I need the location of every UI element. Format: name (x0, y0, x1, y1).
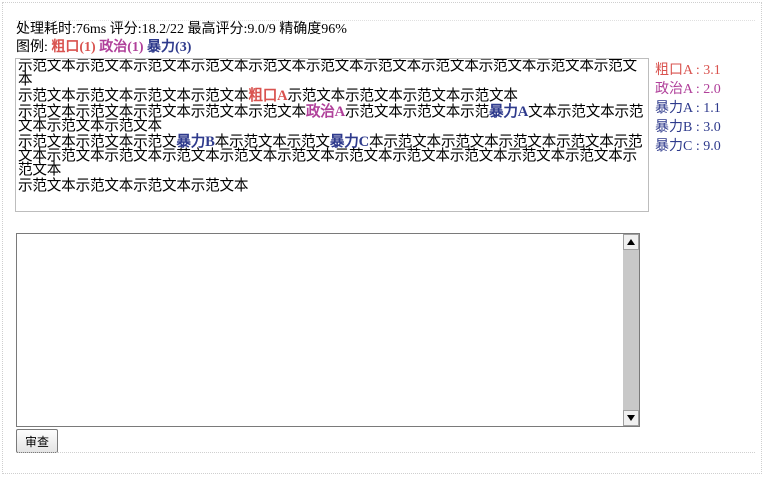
text-paragraph: 示范文本示范文本示范文本示范文本示范文本示范文本示范文本示范文本示范文本示范文本… (18, 59, 646, 87)
triangle-down-icon (627, 415, 635, 421)
scrollbar[interactable] (623, 234, 639, 426)
score-item: 暴力A : 1.1 (655, 101, 721, 116)
flagged-term: 政治A (305, 104, 346, 120)
text-segment: 示范文本示范文本示范文本示范文本 (18, 88, 249, 104)
input-area (16, 233, 640, 427)
score-list: 粗口A : 3.1 政治A : 2.0 暴力A : 1.1 暴力B : 3.0 暴力C … (655, 61, 721, 156)
text-segment: 示范文本示范文本示范文本示范文本示范文本示范文本示范文本示范文本示范文本示范文本… (18, 58, 637, 88)
processing-stats: 处理耗时:76ms 评分:18.2/22 最高评分:9.0/9 精确度96% (16, 22, 347, 37)
legend-label: 图例: (16, 40, 48, 55)
flagged-term: 暴力A (488, 104, 529, 120)
text-paragraph: 示范文本示范文本示范文暴力B本示范文本示范文暴力C本示范文本示范文本示范文本示范… (18, 135, 646, 178)
audit-button[interactable]: 审查 (16, 429, 58, 453)
legend-item-coarse: 粗口(1) (51, 40, 96, 55)
text-segment: 示范文本示范文本示范 (345, 104, 489, 120)
scroll-down-button[interactable] (623, 410, 639, 426)
text-paragraph: 示范文本示范文本示范文本示范文本粗口A示范文本示范文本示范文本示范文本 (18, 88, 646, 104)
score-item: 政治A : 2.0 (655, 82, 721, 97)
flagged-term: 粗口A (248, 88, 288, 104)
text-segment: 示范文本示范文本示范文本示范文本 (287, 88, 518, 104)
text-paragraph: 示范文本示范文本示范文本示范文本 (18, 178, 646, 194)
legend-item-violence: 暴力(3) (147, 40, 192, 55)
text-segment: 示范文本示范文本示范文本示范文本 (18, 178, 249, 194)
score-item: 粗口A : 3.1 (655, 63, 721, 78)
text-paragraph: 示范文本示范文本示范文本示范文本示范文本政治A示范文本示范文本示范暴力A文本示范… (18, 104, 646, 134)
score-item: 暴力C : 9.0 (655, 139, 721, 154)
score-item: 暴力B : 3.0 (655, 120, 721, 135)
analyzed-text-panel: 示范文本示范文本示范文本示范文本示范文本示范文本示范文本示范文本示范文本示范文本… (15, 58, 649, 212)
triangle-up-icon (627, 239, 635, 245)
bottom-divider (16, 452, 755, 453)
scroll-up-button[interactable] (623, 234, 639, 250)
legend: 图例: 粗口(1) 政治(1) 暴力(3) (16, 39, 191, 57)
legend-item-political: 政治(1) (99, 40, 144, 55)
text-input[interactable] (17, 234, 624, 426)
